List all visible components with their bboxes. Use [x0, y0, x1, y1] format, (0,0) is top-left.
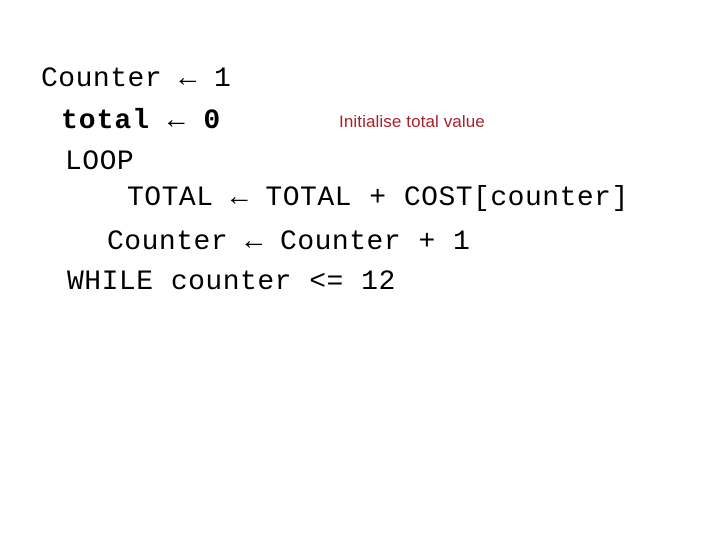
slide-canvas: Counter ← 1 total ← 0 LOOP TOTAL ← TOTAL…	[0, 0, 720, 540]
pseudocode-line-1: Counter ← 1	[41, 64, 232, 95]
pseudocode-line-6: WHILE counter <= 12	[67, 267, 396, 298]
pseudocode-line-5: Counter ← Counter + 1	[107, 227, 471, 258]
pseudocode-line-3: LOOP	[65, 147, 135, 178]
pseudocode-line-4: TOTAL ← TOTAL + COST[counter]	[127, 183, 629, 214]
pseudocode-line-2: total ← 0	[61, 106, 222, 137]
annotation-initialise-total-value: Initialise total value	[339, 112, 485, 131]
